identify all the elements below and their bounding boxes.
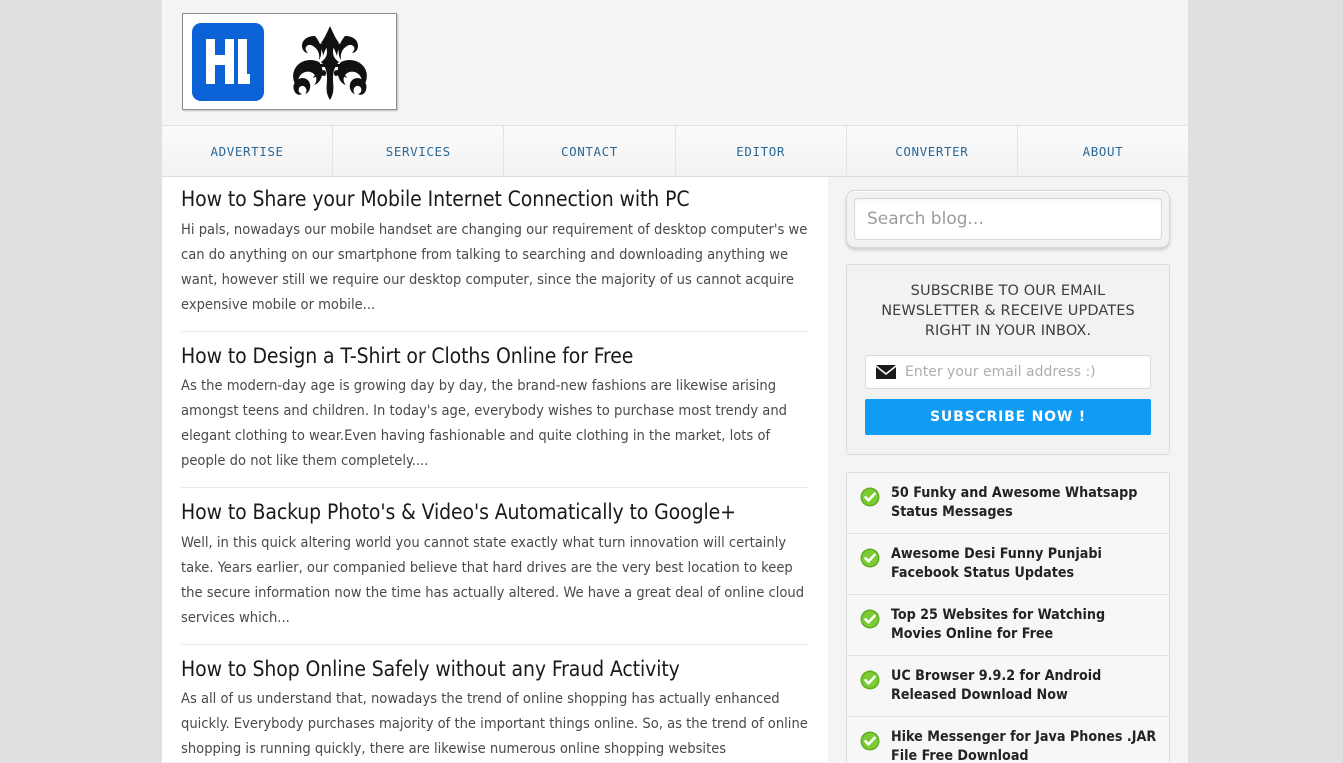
hu-logo-blue-square-icon [192,22,264,101]
article-title[interactable]: How to Backup Photo's & Video's Automati… [181,500,809,526]
subscribe-now-button[interactable]: SUBSCRIBE NOW ! [865,399,1151,435]
list-item[interactable]: Hike Messenger for Java Phones .JAR File… [847,717,1169,762]
damask-flourish-ornament-icon [264,21,396,103]
list-item-label: UC Browser 9.9.2 for Android Released Do… [891,668,1102,703]
main-navigation: ADVERTISE SERVICES CONTACT EDITOR CONVER… [162,126,1189,177]
popular-posts-widget: 50 Funky and Awesome Whatsapp Status Mes… [846,472,1170,762]
list-item[interactable]: Awesome Desi Funny Punjabi Facebook Stat… [847,534,1169,595]
list-item-label: Awesome Desi Funny Punjabi Facebook Stat… [891,546,1102,581]
site-header [162,0,1188,126]
newsletter-widget: SUBSCRIBE TO OUR EMAIL NEWSLETTER & RECE… [846,264,1170,455]
search-widget [846,190,1170,248]
article-excerpt: As the modern-day age is growing day by … [181,377,787,470]
nav-item-advertise[interactable]: ADVERTISE [162,126,334,176]
green-check-circle-icon [860,548,880,568]
sidebar: SUBSCRIBE TO OUR EMAIL NEWSLETTER & RECE… [828,177,1188,762]
article-excerpt: Hi pals, nowadays our mobile handset are… [181,220,808,313]
article-item: How to Shop Online Safely without any Fr… [181,645,809,762]
list-item[interactable]: 50 Funky and Awesome Whatsapp Status Mes… [847,473,1169,534]
nav-item-contact[interactable]: CONTACT [504,126,676,176]
envelope-icon [876,365,896,379]
nav-item-editor[interactable]: EDITOR [675,126,847,176]
article-item: How to Share your Mobile Internet Connec… [181,177,809,332]
page-columns: How to Share your Mobile Internet Connec… [162,177,1188,762]
article-excerpt: Well, in this quick altering world you c… [181,533,805,626]
hu-monogram-icon [206,38,250,84]
nav-item-converter[interactable]: CONVERTER [846,126,1018,176]
search-input[interactable] [854,198,1162,240]
list-item-label: Hike Messenger for Java Phones .JAR File… [891,729,1157,762]
list-item-label: 50 Funky and Awesome Whatsapp Status Mes… [891,485,1138,520]
green-check-circle-icon [860,670,880,690]
green-check-circle-icon [860,731,880,751]
list-item-label: Top 25 Websites for Watching Movies Onli… [891,607,1106,642]
article-title[interactable]: How to Shop Online Safely without any Fr… [181,657,809,683]
green-check-circle-icon [860,609,880,629]
newsletter-heading: SUBSCRIBE TO OUR EMAIL NEWSLETTER & RECE… [881,283,1135,339]
email-field[interactable] [905,364,1140,380]
article-item: How to Design a T-Shirt or Cloths Online… [181,332,809,489]
article-excerpt: As all of us understand that, nowadays t… [181,690,808,758]
page-wrapper: ADVERTISE SERVICES CONTACT EDITOR CONVER… [162,0,1189,763]
article-title[interactable]: How to Design a T-Shirt or Cloths Online… [181,344,809,370]
list-item[interactable]: Top 25 Websites for Watching Movies Onli… [847,595,1169,656]
email-field-row[interactable] [865,355,1151,389]
list-item[interactable]: UC Browser 9.9.2 for Android Released Do… [847,656,1169,717]
article-title[interactable]: How to Share your Mobile Internet Connec… [181,187,809,213]
article-item: How to Backup Photo's & Video's Automati… [181,488,809,645]
nav-item-about[interactable]: ABOUT [1017,126,1189,176]
site-logo[interactable] [182,13,397,110]
green-check-circle-icon [860,487,880,507]
article-list: How to Share your Mobile Internet Connec… [162,177,828,762]
nav-item-services[interactable]: SERVICES [333,126,505,176]
